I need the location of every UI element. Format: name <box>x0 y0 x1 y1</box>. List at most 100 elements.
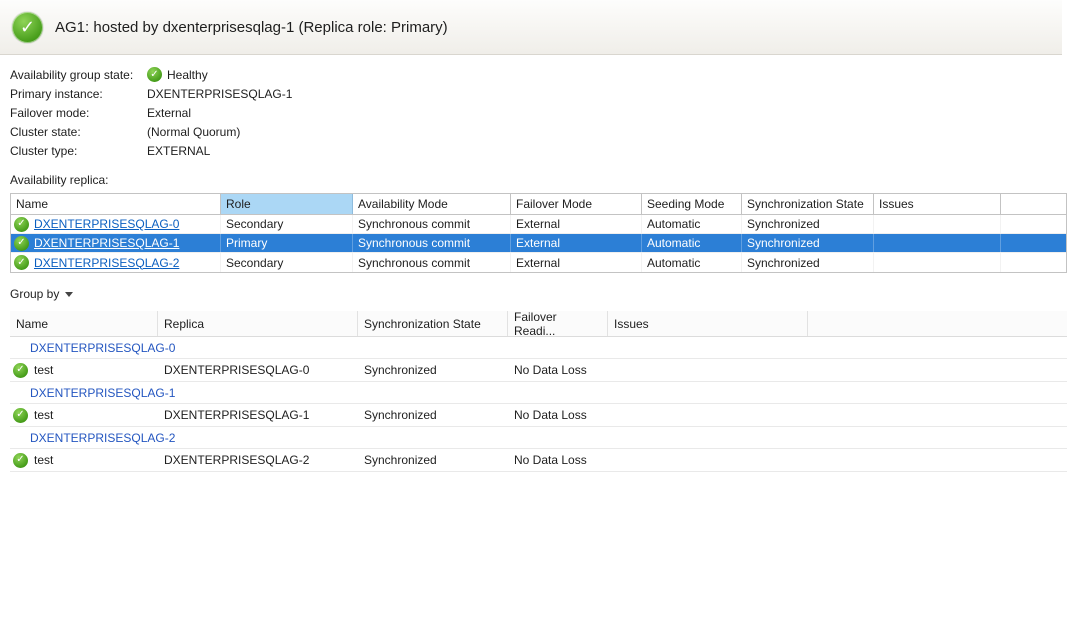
column-header-role[interactable]: Role <box>221 194 353 214</box>
replica-healthy-icon <box>14 255 29 270</box>
db-failover-readiness-cell: No Data Loss <box>508 359 608 381</box>
failover-mode-value: External <box>147 106 191 120</box>
replica-issues-cell <box>874 253 1001 272</box>
db-filler-cell <box>808 449 1067 471</box>
replica-seeding-mode-cell: Automatic <box>642 234 742 252</box>
database-grid-header: Name Replica Synchronization State Failo… <box>10 311 1067 337</box>
group-by-dropdown[interactable]: Group by <box>10 287 73 301</box>
db-row[interactable]: test DXENTERPRISESQLAG-1 Synchronized No… <box>10 404 1067 427</box>
healthy-state-icon <box>147 67 162 82</box>
column-header-issues[interactable]: Issues <box>874 194 1001 214</box>
column-header-seeding-mode[interactable]: Seeding Mode <box>642 194 742 214</box>
status-row-group-state: Availability group state: Healthy <box>10 65 1077 84</box>
cluster-state-label: Cluster state: <box>10 125 147 139</box>
db-replica-cell: DXENTERPRISESQLAG-1 <box>158 404 358 426</box>
db-column-header-replica[interactable]: Replica <box>158 311 358 336</box>
db-replica-cell: DXENTERPRISESQLAG-0 <box>158 359 358 381</box>
db-issues-cell <box>608 404 808 426</box>
db-issues-cell <box>608 449 808 471</box>
ag-state-label: Availability group state: <box>10 68 147 82</box>
column-header-failover-mode[interactable]: Failover Mode <box>511 194 642 214</box>
replica-row-0[interactable]: DXENTERPRISESQLAG-0 Secondary Synchronou… <box>11 215 1066 234</box>
db-name-cell: test <box>10 359 158 381</box>
db-row[interactable]: test DXENTERPRISESQLAG-2 Synchronized No… <box>10 449 1067 472</box>
db-column-header-issues[interactable]: Issues <box>608 311 808 336</box>
availability-replica-grid: Name Role Availability Mode Failover Mod… <box>10 193 1067 273</box>
db-name-text: test <box>34 453 53 467</box>
db-column-header-synchronization-state[interactable]: Synchronization State <box>358 311 508 336</box>
column-header-name[interactable]: Name <box>11 194 221 214</box>
db-issues-cell <box>608 359 808 381</box>
replica-availability-mode-cell: Synchronous commit <box>353 253 511 272</box>
group-by-label: Group by <box>10 287 59 301</box>
replica-row-1[interactable]: DXENTERPRISESQLAG-1 Primary Synchronous … <box>11 234 1066 253</box>
primary-instance-value: DXENTERPRISESQLAG-1 <box>147 87 292 101</box>
column-header-availability-mode[interactable]: Availability Mode <box>353 194 511 214</box>
replica-name-link[interactable]: DXENTERPRISESQLAG-1 <box>34 236 179 250</box>
db-sync-state-cell: Synchronized <box>358 404 508 426</box>
db-filler-cell <box>808 359 1067 381</box>
cluster-type-value: EXTERNAL <box>147 144 210 158</box>
replica-filler-cell <box>1001 215 1066 233</box>
chevron-down-icon <box>65 292 73 297</box>
db-column-header-failover-readiness[interactable]: Failover Readi... <box>508 311 608 336</box>
replica-name-link[interactable]: DXENTERPRISESQLAG-0 <box>34 217 179 231</box>
replica-failover-mode-cell: External <box>511 253 642 272</box>
status-panel: Availability group state: Healthy Primar… <box>0 55 1077 160</box>
replica-issues-cell <box>874 215 1001 233</box>
db-column-header-filler <box>808 311 1067 336</box>
replica-failover-mode-cell: External <box>511 234 642 252</box>
status-row-failover-mode: Failover mode: External <box>10 103 1077 122</box>
db-group-title-2[interactable]: DXENTERPRISESQLAG-2 <box>10 427 1067 449</box>
db-healthy-icon <box>13 363 28 378</box>
replica-sync-state-cell: Synchronized <box>742 253 874 272</box>
db-failover-readiness-cell: No Data Loss <box>508 449 608 471</box>
cluster-state-value: (Normal Quorum) <box>147 125 240 139</box>
db-name-cell: test <box>10 404 158 426</box>
availability-replica-label: Availability replica: <box>10 173 1077 187</box>
db-healthy-icon <box>13 453 28 468</box>
column-header-filler <box>1001 194 1066 214</box>
ag-healthy-icon <box>12 12 43 43</box>
replica-role-cell: Secondary <box>221 253 353 272</box>
replica-row-2[interactable]: DXENTERPRISESQLAG-2 Secondary Synchronou… <box>11 253 1066 272</box>
db-name-cell: test <box>10 449 158 471</box>
db-sync-state-cell: Synchronized <box>358 359 508 381</box>
replica-name-cell: DXENTERPRISESQLAG-2 <box>11 253 221 272</box>
replica-failover-mode-cell: External <box>511 215 642 233</box>
db-group-title-1[interactable]: DXENTERPRISESQLAG-1 <box>10 382 1067 404</box>
db-column-header-name[interactable]: Name <box>10 311 158 336</box>
replica-healthy-icon <box>14 236 29 251</box>
replica-name-cell: DXENTERPRISESQLAG-1 <box>11 234 221 252</box>
replica-seeding-mode-cell: Automatic <box>642 253 742 272</box>
replica-issues-cell <box>874 234 1001 252</box>
replica-seeding-mode-cell: Automatic <box>642 215 742 233</box>
replica-role-cell: Primary <box>221 234 353 252</box>
db-replica-cell: DXENTERPRISESQLAG-2 <box>158 449 358 471</box>
replica-name-cell: DXENTERPRISESQLAG-0 <box>11 215 221 233</box>
failover-mode-label: Failover mode: <box>10 106 147 120</box>
db-row[interactable]: test DXENTERPRISESQLAG-0 Synchronized No… <box>10 359 1067 382</box>
db-failover-readiness-cell: No Data Loss <box>508 404 608 426</box>
replica-filler-cell <box>1001 234 1066 252</box>
database-grid: Name Replica Synchronization State Failo… <box>10 311 1067 472</box>
page-title: AG1: hosted by dxenterprisesqlag-1 (Repl… <box>55 19 448 36</box>
replica-availability-mode-cell: Synchronous commit <box>353 215 511 233</box>
status-row-primary-instance: Primary instance: DXENTERPRISESQLAG-1 <box>10 84 1077 103</box>
primary-instance-label: Primary instance: <box>10 87 147 101</box>
replica-role-cell: Secondary <box>221 215 353 233</box>
db-group-title-0[interactable]: DXENTERPRISESQLAG-0 <box>10 337 1067 359</box>
dashboard-header: AG1: hosted by dxenterprisesqlag-1 (Repl… <box>0 0 1062 55</box>
db-sync-state-cell: Synchronized <box>358 449 508 471</box>
replica-availability-mode-cell: Synchronous commit <box>353 234 511 252</box>
replica-name-link[interactable]: DXENTERPRISESQLAG-2 <box>34 256 179 270</box>
replica-healthy-icon <box>14 217 29 232</box>
cluster-type-label: Cluster type: <box>10 144 147 158</box>
column-header-synchronization-state[interactable]: Synchronization State <box>742 194 874 214</box>
db-name-text: test <box>34 408 53 422</box>
db-filler-cell <box>808 404 1067 426</box>
ag-state-value: Healthy <box>167 68 208 82</box>
db-healthy-icon <box>13 408 28 423</box>
status-row-cluster-type: Cluster type: EXTERNAL <box>10 141 1077 160</box>
status-row-cluster-state: Cluster state: (Normal Quorum) <box>10 122 1077 141</box>
